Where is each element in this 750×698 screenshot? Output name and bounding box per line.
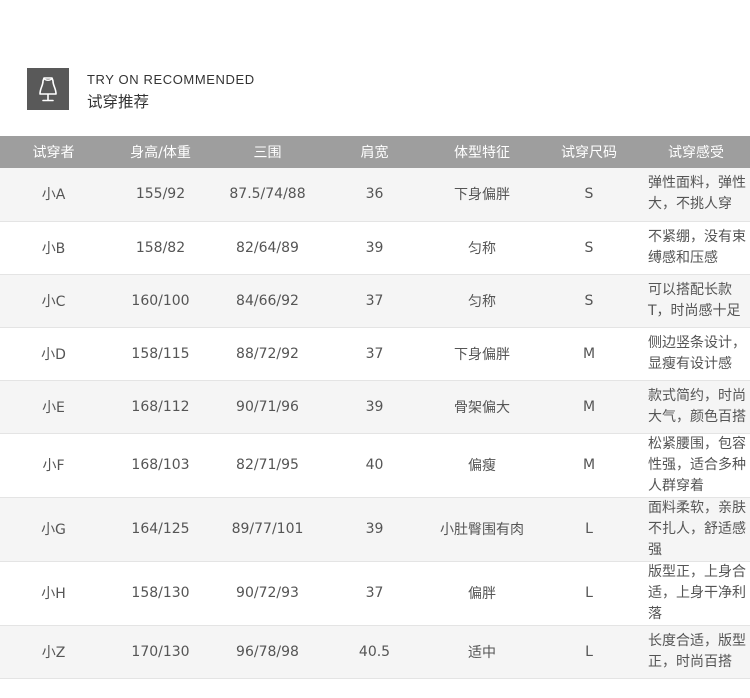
table-row: 小Z 170/130 96/78/98 40.5 适中 L 长度合适，版型正，时尚百搭 [0,625,750,679]
header-col-tester: 试穿者 [0,136,107,168]
cell-shoulder: 40.5 [321,625,428,679]
try-on-table: 试穿者 身高/体重 三围 肩宽 体型特征 试穿尺码 试穿感受 小A 155/92 87.5/74… [0,136,750,679]
table-body: 小A 155/92 87.5/74/88 36 下身偏胖 S 弹性面料，弹性大，不挑人穿 小B… [0,168,750,679]
cell-measurements: 87.5/74/88 [214,168,321,222]
cell-feedback: 弹性面料，弹性大，不挑人穿 [642,168,750,222]
cell-shoulder: 39 [321,380,428,434]
cell-body-type: 下身偏胖 [428,168,536,222]
table-row: 小D 158/115 88/72/92 37 下身偏胖 M 侧边竖条设计，显瘦有设计感 [0,327,750,381]
cell-measurements: 90/71/96 [214,380,321,434]
table-row: 小A 155/92 87.5/74/88 36 下身偏胖 S 弹性面料，弹性大，不挑人穿 [0,168,750,222]
cell-shoulder: 36 [321,168,428,222]
table-row: 小E 168/112 90/71/96 39 骨架偏大 M 款式简约，时尚大气，颜色百搭 [0,380,750,434]
cell-body-type: 骨架偏大 [428,380,536,434]
section-title-cn: 试穿推荐 [87,93,150,111]
cell-tester: 小H [0,561,107,626]
header-col-feedback: 试穿感受 [642,136,750,168]
cell-feedback: 可以搭配长款T，时尚感十足 [642,274,750,328]
cell-tester: 小A [0,168,107,222]
cell-size: L [536,625,642,679]
cell-tester: 小C [0,274,107,328]
mannequin-icon [27,68,69,110]
table-row: 小C 160/100 84/66/92 37 匀称 S 可以搭配长款T，时尚感十足 [0,274,750,328]
cell-feedback: 款式简约，时尚大气，颜色百搭 [642,380,750,434]
header-col-height-weight: 身高/体重 [107,136,214,168]
cell-tester: 小F [0,433,107,498]
cell-body-type: 偏胖 [428,561,536,626]
cell-tester: 小D [0,327,107,381]
cell-height-weight: 155/92 [107,168,214,222]
cell-body-type: 小肚臀围有肉 [428,497,536,562]
cell-measurements: 96/78/98 [214,625,321,679]
cell-size: S [536,221,642,275]
header-col-body-type: 体型特征 [428,136,536,168]
cell-tester: 小B [0,221,107,275]
cell-feedback: 松紧腰围，包容性强，适合多种人群穿着 [642,433,750,498]
cell-measurements: 88/72/92 [214,327,321,381]
cell-measurements: 84/66/92 [214,274,321,328]
header-col-size: 试穿尺码 [536,136,642,168]
table-row: 小F 168/103 82/71/95 40 偏瘦 M 松紧腰围，包容性强，适合多种人群穿着 [0,433,750,498]
table-header-row: 试穿者 身高/体重 三围 肩宽 体型特征 试穿尺码 试穿感受 [0,136,750,168]
cell-measurements: 82/64/89 [214,221,321,275]
table-row: 小G 164/125 89/77/101 39 小肚臀围有肉 L 面料柔软，亲肤不扎人，舒适… [0,497,750,562]
cell-feedback: 长度合适，版型正，时尚百搭 [642,625,750,679]
table-row: 小H 158/130 90/72/93 37 偏胖 L 版型正，上身合适，上身干净利落 [0,561,750,626]
cell-shoulder: 37 [321,561,428,626]
cell-size: M [536,327,642,381]
cell-shoulder: 37 [321,274,428,328]
cell-feedback: 版型正，上身合适，上身干净利落 [642,561,750,626]
cell-body-type: 下身偏胖 [428,327,536,381]
cell-height-weight: 168/103 [107,433,214,498]
cell-size: M [536,380,642,434]
cell-height-weight: 160/100 [107,274,214,328]
cell-measurements: 90/72/93 [214,561,321,626]
cell-tester: 小G [0,497,107,562]
cell-size: M [536,433,642,498]
cell-body-type: 匀称 [428,274,536,328]
cell-tester: 小E [0,380,107,434]
header-col-shoulder: 肩宽 [321,136,428,168]
cell-height-weight: 158/115 [107,327,214,381]
cell-measurements: 82/71/95 [214,433,321,498]
cell-shoulder: 40 [321,433,428,498]
cell-height-weight: 170/130 [107,625,214,679]
cell-size: L [536,561,642,626]
cell-shoulder: 39 [321,497,428,562]
cell-size: S [536,168,642,222]
header-col-measurements: 三围 [214,136,321,168]
cell-feedback: 侧边竖条设计，显瘦有设计感 [642,327,750,381]
table-row: 小B 158/82 82/64/89 39 匀称 S 不紧绷，没有束缚感和压感 [0,221,750,275]
cell-height-weight: 164/125 [107,497,214,562]
cell-measurements: 89/77/101 [214,497,321,562]
cell-body-type: 匀称 [428,221,536,275]
cell-body-type: 适中 [428,625,536,679]
cell-shoulder: 37 [321,327,428,381]
cell-height-weight: 168/112 [107,380,214,434]
cell-feedback: 面料柔软，亲肤不扎人，舒适感强 [642,497,750,562]
cell-size: S [536,274,642,328]
cell-height-weight: 158/130 [107,561,214,626]
cell-tester: 小Z [0,625,107,679]
section-title-en: TRY ON RECOMMENDED [87,72,255,87]
cell-size: L [536,497,642,562]
cell-height-weight: 158/82 [107,221,214,275]
cell-shoulder: 39 [321,221,428,275]
cell-feedback: 不紧绷，没有束缚感和压感 [642,221,750,275]
cell-body-type: 偏瘦 [428,433,536,498]
